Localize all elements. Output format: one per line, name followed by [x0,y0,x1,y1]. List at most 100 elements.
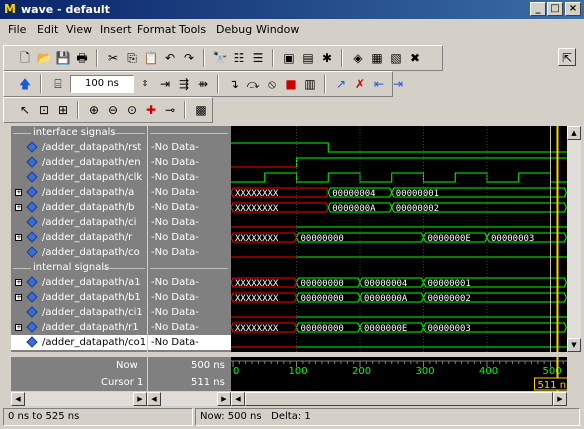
signal-row[interactable]: /adder_datapath/rst [11,140,147,155]
expand-icon[interactable]: + [15,234,22,241]
delete-cursor-icon[interactable]: ⊸ [161,101,179,119]
scroll-left-icon[interactable]: ◀ [231,392,245,406]
zoom-full-icon[interactable]: ⊙ [123,101,141,119]
wave-compare-icon[interactable]: ▩ [192,101,210,119]
names-hscrollbar[interactable]: ◀ ▶ [11,392,147,406]
new-icon[interactable]: 🗋 [16,49,34,67]
find-icon[interactable]: 🔭 [211,49,229,67]
scroll-thumb[interactable] [245,392,553,406]
paste-icon[interactable]: 📋 [142,49,160,67]
memory-icon[interactable]: ▤ [299,49,317,67]
menu-edit[interactable]: Edit [37,23,58,36]
next-transition-icon[interactable]: ⇥ [389,75,407,93]
menu-window[interactable]: Window [256,23,299,36]
debug-icon[interactable]: ✱ [318,49,336,67]
signal-row[interactable]: + /adder_datapath/a1 [11,275,147,290]
menu-file[interactable]: File [8,23,26,36]
scroll-right-icon[interactable]: ▶ [133,392,147,406]
expand-icon[interactable]: + [15,294,22,301]
signal-row[interactable]: /adder_datapath/ci [11,215,147,230]
copy-icon[interactable]: ⎘ [123,49,141,67]
save-icon[interactable]: 💾 [54,49,72,67]
simulate-icon[interactable]: ▧ [387,49,405,67]
expand-icon[interactable]: + [15,204,22,211]
continue-icon[interactable]: ⇶ [175,75,193,93]
select-mode-icon[interactable]: ↖ [16,101,34,119]
scroll-right-icon[interactable]: ▶ [553,392,567,406]
expand-icon[interactable]: + [15,279,22,286]
insert-cursor-icon[interactable]: ✚ [142,101,160,119]
run-length-field[interactable]: 100 ns [70,75,134,93]
run-icon[interactable]: ⇥ [156,75,174,93]
menu-view[interactable]: View [66,23,92,36]
scroll-up-icon[interactable]: ▲ [567,126,581,140]
ruler-bg [231,357,567,391]
undock-icon[interactable]: ⇱ [558,48,576,66]
values-hscrollbar[interactable]: ◀ ▶ [147,392,231,406]
expand-icon[interactable]: + [15,189,22,196]
menu-format[interactable]: Format [137,23,176,36]
insert-divider-icon[interactable]: ☷ [230,49,248,67]
undo-icon[interactable]: ↶ [161,49,179,67]
break-icon[interactable]: ✖ [406,49,424,67]
signal-row[interactable]: /adder_datapath/clk [11,170,147,185]
signal-diamond-icon [26,231,38,243]
zoom-out-icon[interactable]: ⊖ [104,101,122,119]
signal-row[interactable]: + /adder_datapath/b [11,200,147,215]
prev-transition-icon[interactable]: ⇤ [370,75,388,93]
clear-cursor-icon[interactable]: ✗ [351,75,369,93]
run-length-spin-icon[interactable]: ⇕ [136,75,154,93]
performance-icon[interactable]: ▥ [301,75,319,93]
bus-value-text: XXXXXXXX [235,324,279,334]
restart-up-icon[interactable]: 🡅 [16,75,34,93]
redo-icon[interactable]: ↷ [180,49,198,67]
scroll-left-icon[interactable]: ◀ [11,392,25,406]
run-all-icon[interactable]: ⇻ [194,75,212,93]
zoom-mode-icon[interactable]: ⊡ [35,101,53,119]
minimize-button[interactable]: _ [530,2,546,16]
signal-row[interactable]: + /adder_datapath/r [11,230,147,245]
signal-row[interactable]: + /adder_datapath/b1 [11,290,147,305]
bus-value-text: 00000001 [396,189,439,199]
cut-icon[interactable]: ✂ [104,49,122,67]
scroll-left-icon[interactable]: ◀ [147,392,161,406]
scroll-right-icon[interactable]: ▶ [217,392,231,406]
find-edge-icon[interactable]: ↗ [332,75,350,93]
waveform-canvas[interactable]: XXXXXXXX 00000004 00000001 XXXXXXXX 0000000A… [231,126,567,352]
menu-tools[interactable]: Tools [179,23,206,36]
compile-all-icon[interactable]: ▦ [368,49,386,67]
waveform-pane[interactable]: XXXXXXXX 00000004 00000001 XXXXXXXX 0000000A… [231,126,567,352]
scroll-down-icon[interactable]: ▼ [567,338,581,352]
zoom-in-icon[interactable]: ⊕ [85,101,103,119]
maximize-button[interactable]: □ [547,2,563,16]
menu-insert[interactable]: Insert [100,23,132,36]
edit-mode-icon[interactable]: ⊞ [54,101,72,119]
print-icon[interactable]: 🖶 [73,49,91,67]
wave-hscrollbar[interactable]: ◀ ▶ [231,392,567,406]
signal-row[interactable]: /adder_datapath/ci1 [11,305,147,320]
compile-icon[interactable]: ◈ [349,49,367,67]
step-icon[interactable]: ↴ [225,75,243,93]
break-sim-icon[interactable]: ⦸ [263,75,281,93]
signal-name: /adder_datapath/r [42,232,133,243]
open-icon[interactable]: 📂 [35,49,53,67]
run-length-icon[interactable]: ⌸ [49,75,67,93]
title-bar: M wave - default _ □ × [0,0,584,19]
dataflow-icon[interactable]: ▣ [280,49,298,67]
signal-name: /adder_datapath/ci1 [42,307,143,318]
signal-row[interactable]: /adder_datapath/co [11,245,147,260]
signal-row[interactable]: /adder_datapath/co1 [11,335,147,350]
vertical-scrollbar[interactable]: ▲ ▼ [567,126,581,352]
stop-icon[interactable]: ■ [282,75,300,93]
close-button[interactable]: × [565,2,581,16]
signal-row[interactable]: + /adder_datapath/r1 [11,320,147,335]
now-label: Now [116,360,138,371]
signal-row[interactable]: /adder_datapath/en [11,155,147,170]
expand-icon[interactable]: + [15,324,22,331]
menu-debug[interactable]: Debug [216,23,252,36]
insert-breakpoint-icon[interactable]: ☰ [249,49,267,67]
step-over-icon[interactable]: ⤼ [244,75,262,93]
time-ruler[interactable]: 0 100 200 300 400 500 511 ns [231,357,567,391]
signal-diamond-icon [26,201,38,213]
signal-row[interactable]: + /adder_datapath/a [11,185,147,200]
